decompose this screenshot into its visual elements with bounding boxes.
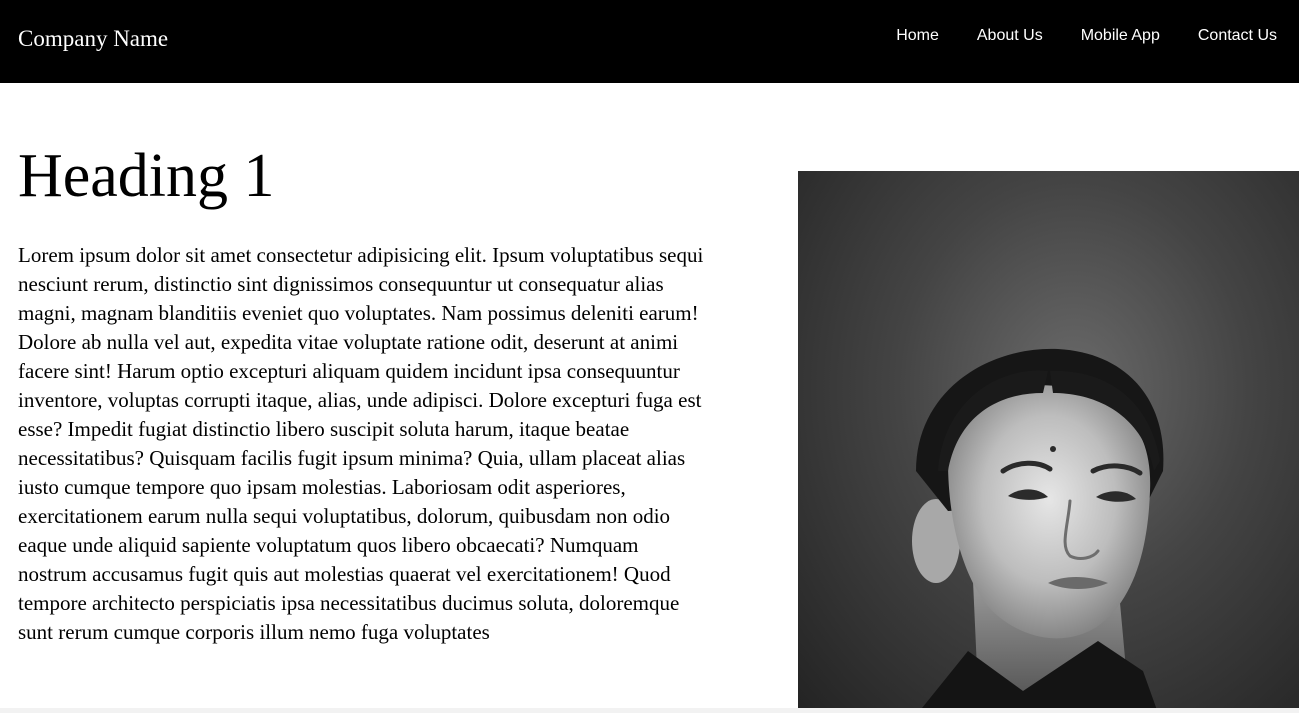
nav-link-about-us[interactable]: About Us [977, 26, 1043, 46]
nav-item-about-us: About Us [977, 26, 1043, 46]
nav-link-mobile-app[interactable]: Mobile App [1081, 26, 1160, 46]
nav-item-mobile-app: Mobile App [1081, 26, 1160, 46]
page-heading: Heading 1 [18, 142, 275, 210]
horizontal-scrollbar[interactable] [0, 708, 1299, 713]
brand-logo-text[interactable]: Company Name [18, 24, 168, 54]
portrait-photo [798, 171, 1299, 713]
nav-link-home[interactable]: Home [896, 26, 939, 46]
nav-link-contact-us[interactable]: Contact Us [1198, 26, 1277, 46]
body-paragraph: Lorem ipsum dolor sit amet consectetur a… [18, 243, 704, 644]
nav-menu: Home About Us Mobile App Contact Us [896, 26, 1277, 46]
nav-item-home: Home [896, 26, 939, 46]
top-navbar: Company Name Home About Us Mobile App Co… [0, 0, 1299, 83]
nav-item-contact-us: Contact Us [1198, 26, 1277, 46]
